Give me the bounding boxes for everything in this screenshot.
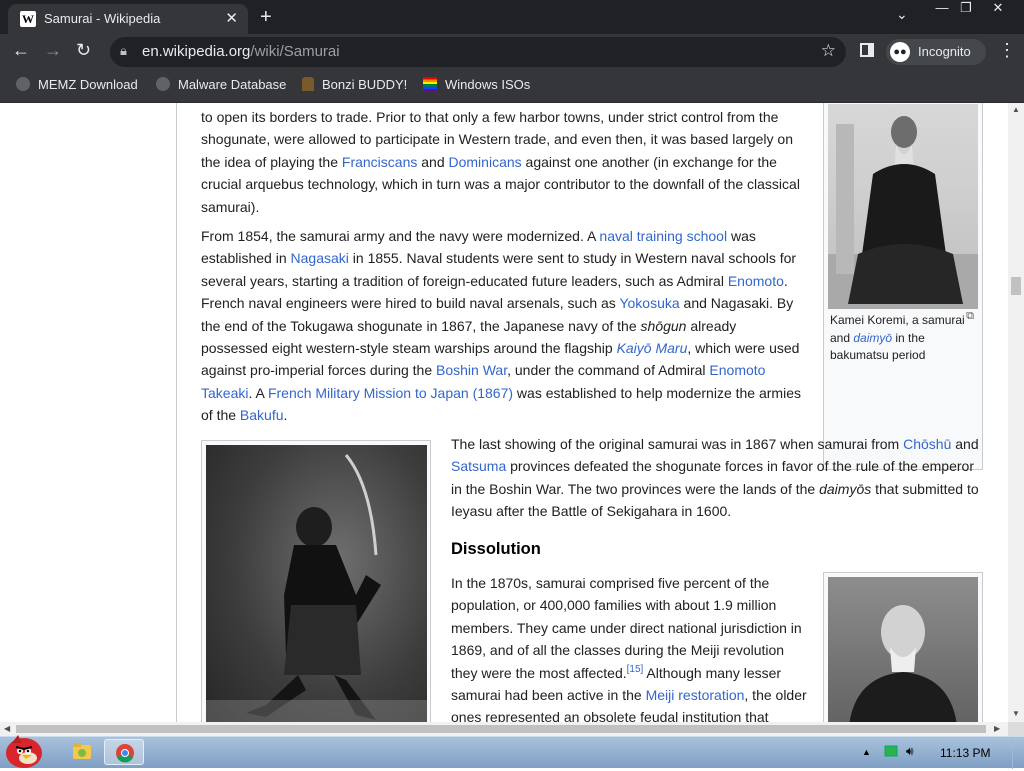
bookmark-star-icon[interactable]: ☆ [821,41,836,61]
italic-daimyos: daimyōs [819,480,872,497]
link-nagasaki[interactable]: Nagasaki [291,250,349,266]
horizontal-scroll-thumb[interactable] [16,725,986,733]
link-satsuma[interactable]: Satsuma [451,458,506,474]
restore-button[interactable]: ❐ [950,0,982,18]
taskbar-clock[interactable]: 11:13 PM [940,746,990,760]
caption-kamei-koremi: Kamei Koremi, a samurai and daimyō in th… [830,312,978,365]
url-text[interactable]: en.wikipedia.org/wiki/Samurai [142,43,340,60]
forward-arrow-icon[interactable]: → [44,40,62,61]
thumbnail-elderly-samurai [823,572,983,722]
rainbow-flag-icon [423,77,437,91]
bookmark-windows-isos[interactable]: Windows ISOs [423,77,530,92]
link-boshin-war[interactable]: Boshin War [436,362,507,378]
tab-samurai[interactable]: W Samurai - Wikipedia ✕ [8,4,248,34]
heading-dissolution: Dissolution [451,540,541,558]
globe-icon [16,77,30,91]
address-bar[interactable]: 🔒︎ en.wikipedia.org/wiki/Samurai ☆ [110,37,846,67]
incognito-icon: ●● [890,42,910,62]
tab-strip: W Samurai - Wikipedia ✕ + ⌄ — ❐ ✕ [0,0,1024,34]
wikipedia-favicon-icon: W [20,11,36,27]
new-tab-button[interactable]: + [260,6,272,29]
link-naval-training-school[interactable]: naval training school [599,228,727,244]
horizontal-scrollbar[interactable]: ◀ ▶ [0,722,1008,736]
bookmark-bonzi-buddy[interactable]: Bonzi BUDDY! [302,77,407,92]
bookmark-label: Windows ISOs [445,77,531,92]
side-panel-icon[interactable] [860,43,874,57]
link-franciscans[interactable]: Franciscans [342,154,417,170]
vertical-scrollbar[interactable]: ▲ ▼ [1008,103,1024,722]
link-bakufu[interactable]: Bakufu [240,407,284,423]
enlarge-icon[interactable]: ⧉ [966,310,974,323]
bookmark-label: Malware Database [178,77,287,92]
reload-icon[interactable]: ↻ [76,40,91,61]
bonzi-icon [302,77,314,91]
lock-icon[interactable]: 🔒︎ [120,43,127,59]
tab-search-chevron-icon[interactable]: ⌄ [896,6,908,23]
tab-title: Samurai - Wikipedia [44,11,161,26]
paragraph-navy: From 1854, the samurai army and the navy… [201,225,806,427]
samurai-figure [206,454,427,722]
globe-icon [156,77,170,91]
incognito-profile-button[interactable]: ●● Incognito [886,39,986,65]
text: , under the command of Admiral [507,362,710,379]
text: . A [248,384,268,401]
network-icon[interactable] [884,744,898,761]
bookmark-memz[interactable]: MEMZ Download [16,77,138,92]
url-domain: en.wikipedia.org [142,43,251,60]
link-choshu[interactable]: Chōshū [903,436,951,452]
elderly-figure [849,605,957,722]
text: and [951,436,979,452]
chrome-icon [116,744,134,763]
menu-kebab-icon[interactable]: ⋮ [998,40,1016,61]
text: The last showing of the original samurai… [451,436,904,452]
paragraph-trade: to open its borders to trade. Prior to t… [201,106,806,218]
page-content: to open its borders to trade. Prior to t… [0,103,1008,722]
link-daimyo[interactable]: daimyō [853,331,892,345]
link-enomoto[interactable]: Enomoto [728,273,784,289]
taskbar-chrome[interactable] [104,739,144,765]
back-arrow-icon[interactable]: ← [12,40,30,61]
portrait-kamei-koremi[interactable] [828,104,978,309]
thumbnail-kamei-koremi: Kamei Koremi, a samurai and daimyō in th… [823,103,983,470]
portrait-figure [828,116,978,309]
bookmark-label: MEMZ Download [38,77,138,92]
citation-15[interactable]: [15] [627,664,644,675]
scroll-up-arrow-icon[interactable]: ▲ [1012,105,1020,114]
paragraph-last-samurai: The last showing of the original samurai… [451,433,983,523]
bookmarks-bar: MEMZ Download Malware Database Bonzi BUD… [0,70,1024,103]
portrait-elderly-samurai[interactable] [828,577,978,722]
folder-icon [73,743,91,759]
scroll-down-arrow-icon[interactable]: ▼ [1012,709,1020,718]
thumbnail-armored-samurai [201,440,431,722]
link-yokosuka[interactable]: Yokosuka [619,295,679,311]
show-desktop-button[interactable] [1012,737,1024,769]
volume-icon[interactable]: 🔊︎ [906,744,914,759]
link-meiji-restoration[interactable]: Meiji restoration [646,687,745,703]
italic-shogun: shōgun [640,317,687,334]
link-dominicans[interactable]: Dominicans [449,154,522,170]
text: From 1854, the samurai army and the navy… [201,228,600,244]
text: . [283,407,288,424]
close-window-button[interactable]: ✕ [982,0,1014,18]
show-hidden-icons-icon[interactable]: ▲ [862,747,871,757]
photo-armored-samurai[interactable] [206,445,427,722]
taskbar: ▲ 🔊︎ 11:13 PM [0,735,1024,769]
url-path: /wiki/Samurai [250,43,340,60]
bookmark-label: Bonzi BUDDY! [322,77,408,92]
bookmark-malware-database[interactable]: Malware Database [156,77,286,92]
link-french-military-mission[interactable]: French Military Mission to Japan (1867) [268,385,513,401]
scroll-right-arrow-icon[interactable]: ▶ [994,724,1000,733]
start-button-angry-bird-icon[interactable] [2,731,46,769]
taskbar-explorer[interactable] [62,739,102,765]
tab-close-icon[interactable]: ✕ [225,9,238,27]
link-kaiyo-maru[interactable]: Kaiyō Maru [617,340,688,356]
sidebar-divider [176,103,177,722]
incognito-label: Incognito [918,44,971,59]
scrollbar-corner [1008,722,1024,736]
paragraph-dissolution: In the 1870s, samurai comprised five per… [451,572,809,722]
browser-toolbar: ← → ↻ 🔒︎ en.wikipedia.org/wiki/Samurai ☆… [0,34,1024,70]
text: and [417,153,449,170]
vertical-scroll-thumb[interactable] [1011,277,1021,295]
